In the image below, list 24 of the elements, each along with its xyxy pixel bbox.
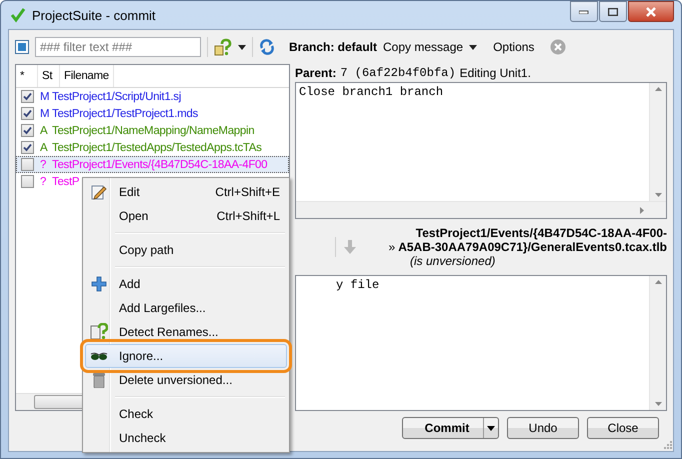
parent-label: Parent: (295, 66, 336, 80)
branch-label: Branch: default (289, 40, 378, 54)
status-letter: A (40, 142, 48, 154)
parent-description: Editing Unit1. (460, 66, 531, 80)
file-path: TestP (52, 176, 80, 188)
file-status-note: (is unversioned) (409, 254, 496, 268)
status-letter: A (40, 124, 48, 136)
shortcut-text: Ctrl+Shift+E (215, 185, 281, 199)
file-path: TestProject1/TestedApps/TestedApps.tcTAs (52, 142, 262, 154)
file-path: TestProject1/TestProject1.mds (52, 108, 198, 120)
file-path: TestProject1/NameMapping/NameMappin (52, 124, 254, 136)
shortcut-text: Ctrl+Shift+L (216, 209, 281, 223)
file-path: A5AB-30AA79A09C71}/GeneralEvents0.tcax.tlb (398, 240, 667, 254)
status-letter: ? (40, 158, 48, 170)
revision-id: 7 (6af22b4f0bfa) (340, 66, 456, 80)
window-title: ProjectSuite - commit (32, 8, 157, 22)
diff-view: y file (295, 275, 667, 411)
status-letter: M (40, 108, 50, 120)
file-path: TestProject1/Script/Unit1.sj (52, 90, 182, 102)
status-letter: M (40, 90, 50, 102)
wrap-marker: » (388, 240, 396, 254)
status-letter: ? (40, 176, 48, 188)
file-path: TestProject1/Events/{4B47D54C-18AA-4F00 (52, 158, 268, 170)
file-path: TestProject1/Events/{4B47D54C-18AA-4F00- (416, 226, 667, 240)
